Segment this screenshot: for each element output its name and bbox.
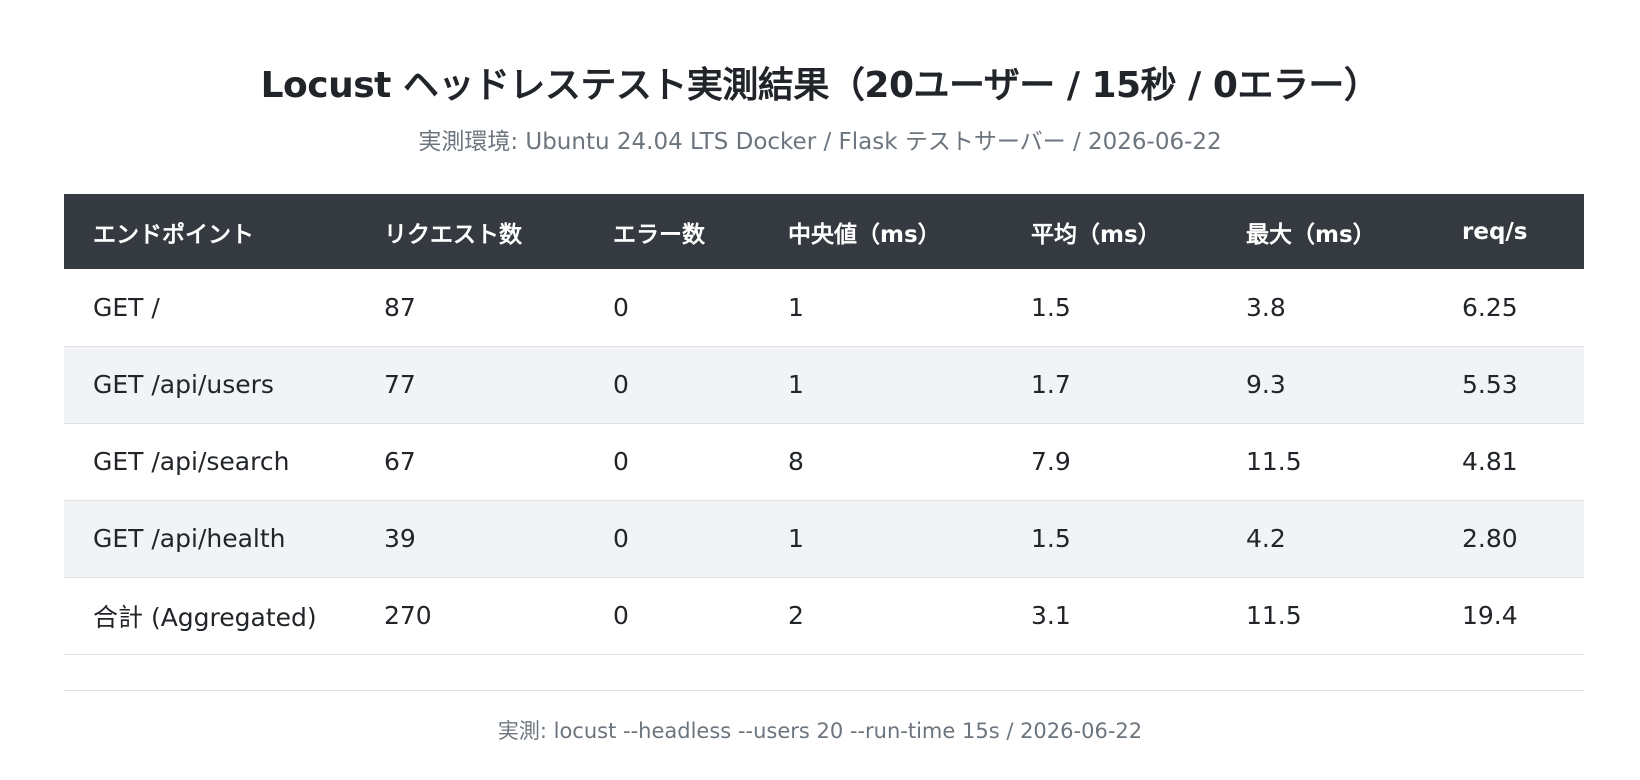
cell-requests: 67 bbox=[384, 447, 416, 476]
cell-max: 3.8 bbox=[1246, 292, 1286, 322]
cell-rps: 5.53 bbox=[1462, 370, 1518, 399]
cell-average: 3.1 bbox=[1031, 601, 1071, 630]
cell-errors: 0 bbox=[613, 447, 629, 476]
cell-endpoint: 合計 (Aggregated) bbox=[93, 602, 317, 632]
cell-requests: 39 bbox=[384, 524, 416, 553]
chart-title: Locust ヘッドレステスト実測結果（20ユーザー / 15秒 / 0エラー） bbox=[260, 65, 1380, 106]
column-header-requests: リクエスト数 bbox=[384, 221, 522, 248]
cell-average: 1.5 bbox=[1031, 292, 1071, 322]
cell-errors: 0 bbox=[613, 524, 629, 553]
cell-requests: 87 bbox=[384, 292, 416, 322]
column-header-rps: req/s bbox=[1462, 218, 1528, 245]
column-header-median: 中央値（ms） bbox=[788, 221, 941, 248]
table-row: GET /api/users 77 0 1 1.7 9.3 5.53 bbox=[64, 346, 1584, 423]
cell-endpoint: GET /api/health bbox=[93, 524, 286, 553]
cell-max: 11.5 bbox=[1246, 447, 1302, 476]
cell-errors: 0 bbox=[613, 292, 629, 322]
table-row-aggregated: 合計 (Aggregated) 270 0 2 3.1 11.5 19.4 bbox=[64, 577, 1584, 654]
table-body: GET / 87 0 1 1.5 3.8 6.25 GET /api/users… bbox=[64, 269, 1584, 654]
header-row: エンドポイント リクエスト数 エラー数 中央値（ms） 平均（ms） 最大（ms… bbox=[64, 194, 1584, 269]
results-table: エンドポイント リクエスト数 エラー数 中央値（ms） 平均（ms） 最大（ms… bbox=[64, 194, 1584, 655]
table-row: GET / 87 0 1 1.5 3.8 6.25 bbox=[64, 269, 1584, 346]
cell-median: 1 bbox=[788, 524, 804, 553]
cell-endpoint: GET /api/search bbox=[93, 447, 290, 476]
cell-max: 4.2 bbox=[1246, 524, 1286, 553]
column-header-endpoint: エンドポイント bbox=[93, 221, 254, 248]
cell-rps: 4.81 bbox=[1462, 447, 1518, 476]
table-row: GET /api/health 39 0 1 1.5 4.2 2.80 bbox=[64, 500, 1584, 577]
column-header-errors: エラー数 bbox=[613, 221, 705, 248]
cell-requests: 270 bbox=[384, 601, 432, 630]
cell-max: 9.3 bbox=[1246, 370, 1286, 399]
cell-average: 1.5 bbox=[1031, 524, 1071, 553]
cell-endpoint: GET / bbox=[93, 292, 160, 322]
cell-median: 1 bbox=[788, 370, 804, 399]
chart-subtitle: 実測環境: Ubuntu 24.04 LTS Docker / Flask テス… bbox=[418, 129, 1222, 155]
table-header: エンドポイント リクエスト数 エラー数 中央値（ms） 平均（ms） 最大（ms… bbox=[64, 194, 1584, 269]
cell-median: 2 bbox=[788, 601, 804, 630]
cell-rps: 6.25 bbox=[1462, 292, 1518, 322]
cell-requests: 77 bbox=[384, 370, 416, 399]
results-table-container: エンドポイント リクエスト数 エラー数 中央値（ms） 平均（ms） 最大（ms… bbox=[64, 194, 1584, 655]
cell-errors: 0 bbox=[613, 601, 629, 630]
cell-median: 1 bbox=[788, 292, 804, 322]
table-row: GET /api/search 67 0 8 7.9 11.5 4.81 bbox=[64, 423, 1584, 500]
cell-median: 8 bbox=[788, 447, 804, 476]
column-header-average: 平均（ms） bbox=[1031, 221, 1161, 248]
cell-average: 7.9 bbox=[1031, 447, 1071, 476]
cell-average: 1.7 bbox=[1031, 370, 1071, 399]
cell-errors: 0 bbox=[613, 370, 629, 399]
cell-rps: 19.4 bbox=[1462, 601, 1518, 630]
cell-endpoint: GET /api/users bbox=[93, 370, 274, 399]
results-page: Locust ヘッドレステスト実測結果（20ユーザー / 15秒 / 0エラー）… bbox=[0, 0, 1640, 780]
footer-divider bbox=[64, 690, 1584, 691]
cell-rps: 2.80 bbox=[1462, 524, 1518, 553]
column-header-max: 最大（ms） bbox=[1246, 221, 1376, 248]
cell-max: 11.5 bbox=[1246, 601, 1302, 630]
footer-note: 実測: locust --headless --users 20 --run-t… bbox=[497, 719, 1143, 743]
